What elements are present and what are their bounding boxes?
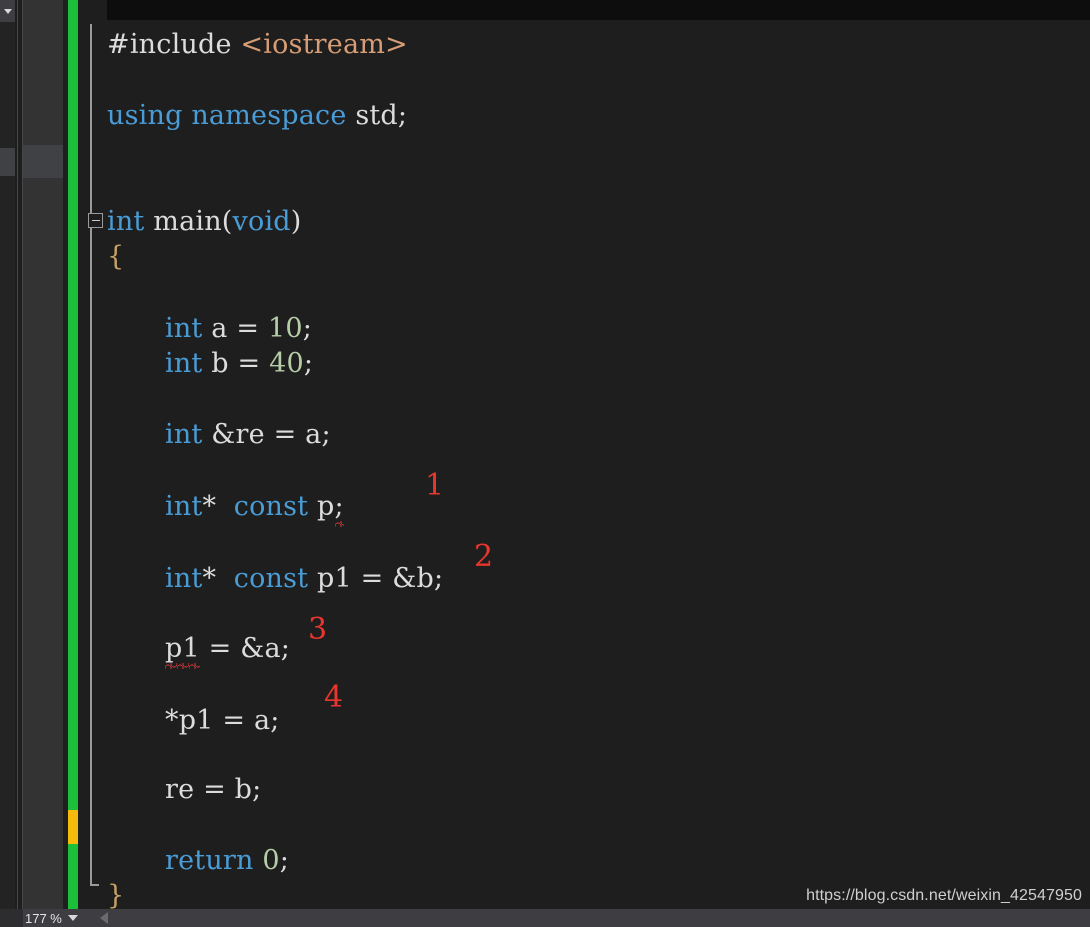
code-text-area[interactable]: #include <iostream> using namespace std; i… [107,20,1090,911]
code-token: void [232,206,291,237]
code-token: ; [303,348,314,379]
visual-studio-code-editor-window: #include <iostream> using namespace std; i… [0,0,1090,927]
editor-top-band [107,0,1090,20]
scrollbar-top-button[interactable] [0,0,15,22]
fold-guide-line [90,24,92,884]
change-bar-segment [68,844,78,909]
code-token: &re = a; [211,419,331,450]
code-line[interactable]: int* const p; [165,492,344,522]
chevron-down-icon [3,8,12,14]
code-folding-margin[interactable] [88,0,108,909]
gutter-highlight-block [23,145,63,178]
code-token: p1 = &b; [317,563,444,594]
editor-left-gutter[interactable] [23,0,63,909]
code-token: int [107,206,154,237]
code-token: ) [290,206,302,237]
code-token: int [165,419,212,450]
code-line[interactable]: *p1 = a; [165,706,280,736]
code-token: * [202,563,234,594]
code-token: = &a; [199,633,291,664]
error-squiggle-token: p1 [165,633,200,664]
code-line[interactable]: int a = 10; [165,314,312,344]
code-line[interactable]: return 0; [165,846,289,876]
code-line[interactable]: int &re = a; [165,420,331,450]
code-line[interactable]: int b = 40; [165,349,313,379]
code-line[interactable]: p1 = &a; [165,634,290,664]
gutter-dark-strip-right [78,0,88,909]
zoom-level-control[interactable]: 177 % [25,909,78,927]
zoom-level-label: 177 % [25,910,62,926]
code-token: using namespace [107,100,356,131]
code-line[interactable]: using namespace std; [107,101,407,131]
code-token: ; [279,845,290,876]
change-tracking-bar [68,0,78,909]
annotation-number: 3 [308,612,328,647]
triangle-left-icon[interactable] [100,912,108,924]
code-token: 40 [269,348,304,379]
code-token: <iostream> [240,29,408,60]
code-token: } [107,880,125,911]
gutter-divider-1 [17,0,18,909]
watermark-url: https://blog.csdn.net/weixin_42547950 [806,887,1082,904]
collapse-minus-icon[interactable] [88,213,103,228]
annotation-number: 4 [324,680,344,715]
vertical-scrollbar[interactable] [0,0,15,909]
chevron-down-icon[interactable] [67,915,78,921]
code-token: *p1 = a; [165,705,280,736]
code-token: { [107,241,125,272]
fold-region-end-marker [90,884,99,886]
code-token: 10 [267,313,303,344]
status-bar-left-gap [0,909,23,927]
code-token: re = b; [165,774,262,805]
status-bar: 177 % [0,909,1090,927]
code-token: * [202,491,234,522]
code-line[interactable]: { [107,242,124,272]
code-line[interactable]: int* const p1 = &b; [165,564,443,594]
code-token: a = [211,313,268,344]
minus-glyph [91,219,100,222]
code-line[interactable]: int main(void) [107,207,302,237]
code-token: int [165,348,212,379]
code-token: int [165,313,212,344]
annotation-number: 2 [474,539,494,574]
code-token: #include [107,29,241,60]
code-token: const [233,563,318,594]
change-bar-segment [68,810,78,844]
code-line[interactable]: } [107,881,124,911]
code-line[interactable]: re = b; [165,775,261,805]
code-token: ; [302,313,313,344]
code-token: int [165,491,203,522]
error-squiggle-token: ; [334,491,344,522]
code-token: return [165,845,263,876]
code-line[interactable]: #include <iostream> [107,30,408,60]
code-token: const [233,491,318,522]
change-bar-segment [68,0,78,810]
code-token: b = [211,348,270,379]
code-token: main( [153,206,233,237]
code-token: int [165,563,203,594]
code-token: std; [355,100,408,131]
code-token: p [317,491,335,522]
scrollbar-thumb[interactable] [0,148,15,176]
code-token: 0 [262,845,280,876]
annotation-number: 1 [425,468,445,503]
